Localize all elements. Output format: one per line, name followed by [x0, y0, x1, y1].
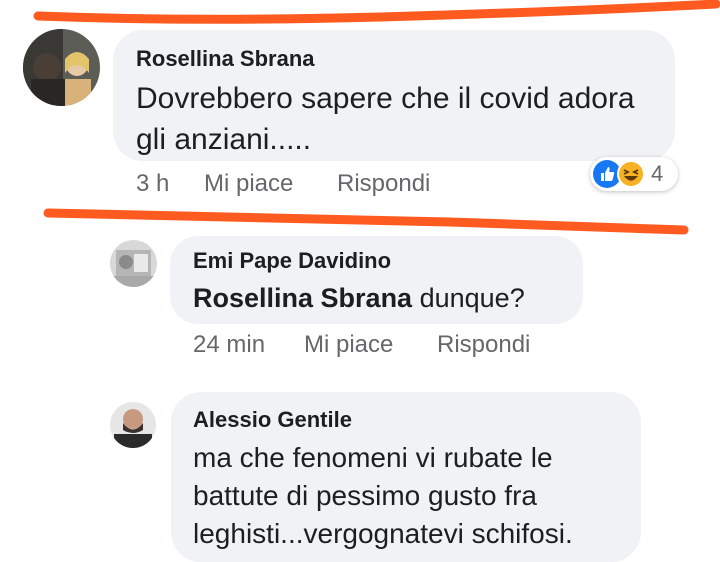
reply-button[interactable]: Rispondi — [337, 170, 430, 198]
comment-author[interactable]: Rosellina Sbrana — [136, 46, 315, 72]
comment-author[interactable]: Alessio Gentile — [193, 407, 352, 433]
comment-time[interactable]: 24 min — [193, 331, 265, 359]
avatar[interactable] — [23, 29, 100, 106]
avatar[interactable] — [110, 240, 157, 287]
reactions-summary[interactable]: 4 — [590, 157, 678, 191]
comment-time[interactable]: 3 h — [136, 170, 169, 198]
reaction-count: 4 — [651, 161, 664, 186]
comment-text-line: battute di pessimo gusto fra — [193, 480, 537, 511]
reply-button[interactable]: Rispondi — [437, 331, 530, 359]
highlight-stroke-top — [33, 0, 720, 24]
like-button[interactable]: Mi piace — [304, 331, 393, 359]
highlight-stroke-middle — [43, 208, 689, 235]
haha-icon — [617, 160, 645, 188]
mention-link[interactable]: Rosellina Sbrana — [193, 283, 412, 313]
comment-text-line: gli anziani..... — [136, 123, 312, 156]
comment-author[interactable]: Emi Pape Davidino — [193, 248, 391, 274]
comment-text: dunque? — [419, 283, 525, 313]
comment-text-line: Dovrebbero sapere che il covid adora — [136, 82, 635, 115]
comment-text-line: Rosellina Sbrana dunque? — [193, 278, 525, 319]
comment-text-line: leghisti...vergognatevi schifosi. — [193, 518, 573, 549]
avatar[interactable] — [110, 402, 156, 448]
like-button[interactable]: Mi piace — [204, 170, 293, 198]
comment-text-line: ma che fenomeni vi rubate le — [193, 442, 553, 473]
